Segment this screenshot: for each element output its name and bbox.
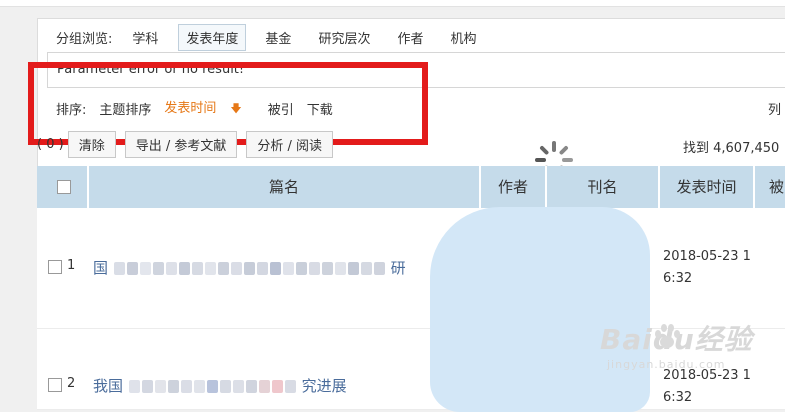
selected-count: ( 0 ) (37, 136, 64, 152)
blurred-text (128, 380, 140, 393)
blurred-text (230, 262, 242, 275)
baidu-jingyan-watermark: Baidu经验 jingyan.baidu.com (600, 318, 753, 371)
group-tab-fund[interactable]: 基金 (258, 25, 298, 50)
row-checkbox[interactable] (48, 378, 62, 392)
row-publish-date: 2018-05-23 16:32 (663, 368, 751, 405)
blurred-text (271, 380, 283, 393)
blurred-text (373, 262, 385, 275)
blurred-text (204, 262, 216, 275)
blurred-text (269, 262, 281, 275)
blurred-text (113, 262, 125, 275)
row-title-start: 我国 (93, 377, 124, 395)
sort-publish-time-label: 发表时间 (164, 101, 217, 116)
blurred-text (232, 380, 244, 393)
table-header: 篇名 作者 刊名 发表时间 被 (37, 166, 785, 208)
blurred-text (308, 262, 320, 275)
row-publish-date: 2018-05-23 16:32 (663, 249, 751, 286)
row-number: 2 (67, 376, 76, 391)
group-tab-institution[interactable]: 机构 (443, 25, 483, 50)
group-tab-research-level[interactable]: 研究层次 (311, 25, 377, 50)
row-checkbox[interactable] (48, 260, 62, 274)
blurred-text (126, 262, 138, 275)
error-message: Parameter error or no result! (57, 62, 245, 77)
sort-label: 排序: (56, 102, 87, 118)
sort-publish-time[interactable]: 发表时间 🡇 (164, 97, 254, 119)
export-button[interactable]: 导出 / 参考文献 (124, 130, 238, 158)
blurred-text (245, 380, 257, 393)
select-all-checkbox[interactable] (57, 180, 71, 194)
blurred-text (206, 380, 218, 393)
watermark-url: jingyan.baidu.com (607, 358, 726, 371)
paw-icon (655, 324, 680, 348)
redaction-blob-tail (452, 340, 532, 410)
column-cited[interactable]: 被 (755, 166, 785, 208)
blurred-text (141, 380, 153, 393)
column-journal[interactable]: 刊名 (547, 166, 660, 208)
blurred-text (217, 262, 229, 275)
row-number: 1 (67, 258, 76, 273)
blurred-text (256, 262, 268, 275)
top-bar (0, 0, 785, 7)
result-count: 找到 4,607,450 (683, 141, 780, 156)
row-title-link[interactable]: 我国 究进展 (93, 375, 347, 396)
blurred-text (258, 380, 270, 393)
blurred-text (334, 262, 346, 275)
blurred-text (219, 380, 231, 393)
blurred-text (360, 262, 372, 275)
group-tab-subject[interactable]: 学科 (125, 25, 165, 50)
blurred-text (295, 262, 307, 275)
header-select-cell (37, 166, 89, 208)
row-title-end: 研 (390, 259, 406, 277)
blurred-text (165, 262, 177, 275)
row-title-link[interactable]: 国 研 (93, 257, 406, 278)
blurred-text (347, 262, 359, 275)
clear-button[interactable]: 清除 (67, 130, 116, 158)
blurred-text (180, 380, 192, 393)
row-title-end: 究进展 (301, 377, 347, 395)
arrow-down-icon: 🡇 (230, 102, 242, 115)
column-title[interactable]: 篇名 (89, 166, 481, 208)
group-tab-publish-year[interactable]: 发表年度 (178, 23, 247, 51)
group-browse-bar: 分组浏览: 学科 发表年度 基金 研究层次 作者 机构 (56, 23, 496, 51)
blurred-text (154, 380, 166, 393)
sort-relevance[interactable]: 主题排序 (99, 99, 151, 118)
blurred-text (321, 262, 333, 275)
blurred-text (167, 380, 179, 393)
list-mode-label[interactable]: 列 (768, 99, 781, 118)
blurred-text (282, 262, 294, 275)
error-message-box: Parameter error or no result! (47, 52, 785, 88)
column-publish-time[interactable]: 发表时间 (660, 166, 755, 208)
row-title-start: 国 (93, 259, 109, 277)
sort-cited[interactable]: 被引 (268, 99, 294, 118)
analyze-button[interactable]: 分析 / 阅读 (246, 130, 334, 158)
column-author[interactable]: 作者 (481, 166, 547, 208)
result-toolbar: ( 0 ) 清除 导出 / 参考文献 分析 / 阅读 (37, 130, 342, 158)
blurred-text (152, 262, 164, 275)
blurred-text (139, 262, 151, 275)
sort-download[interactable]: 下载 (307, 99, 333, 118)
sort-bar: 排序: 主题排序 发表时间 🡇 被引 下载 (56, 97, 346, 119)
group-tab-author[interactable]: 作者 (390, 25, 430, 50)
blurred-text (243, 262, 255, 275)
blurred-text (284, 380, 296, 393)
blurred-text (178, 262, 190, 275)
blurred-text (193, 380, 205, 393)
group-browse-label: 分组浏览: (56, 31, 113, 47)
table-row: 1 国 研 2018-05-23 16:32 (37, 208, 785, 329)
blurred-text (191, 262, 203, 275)
